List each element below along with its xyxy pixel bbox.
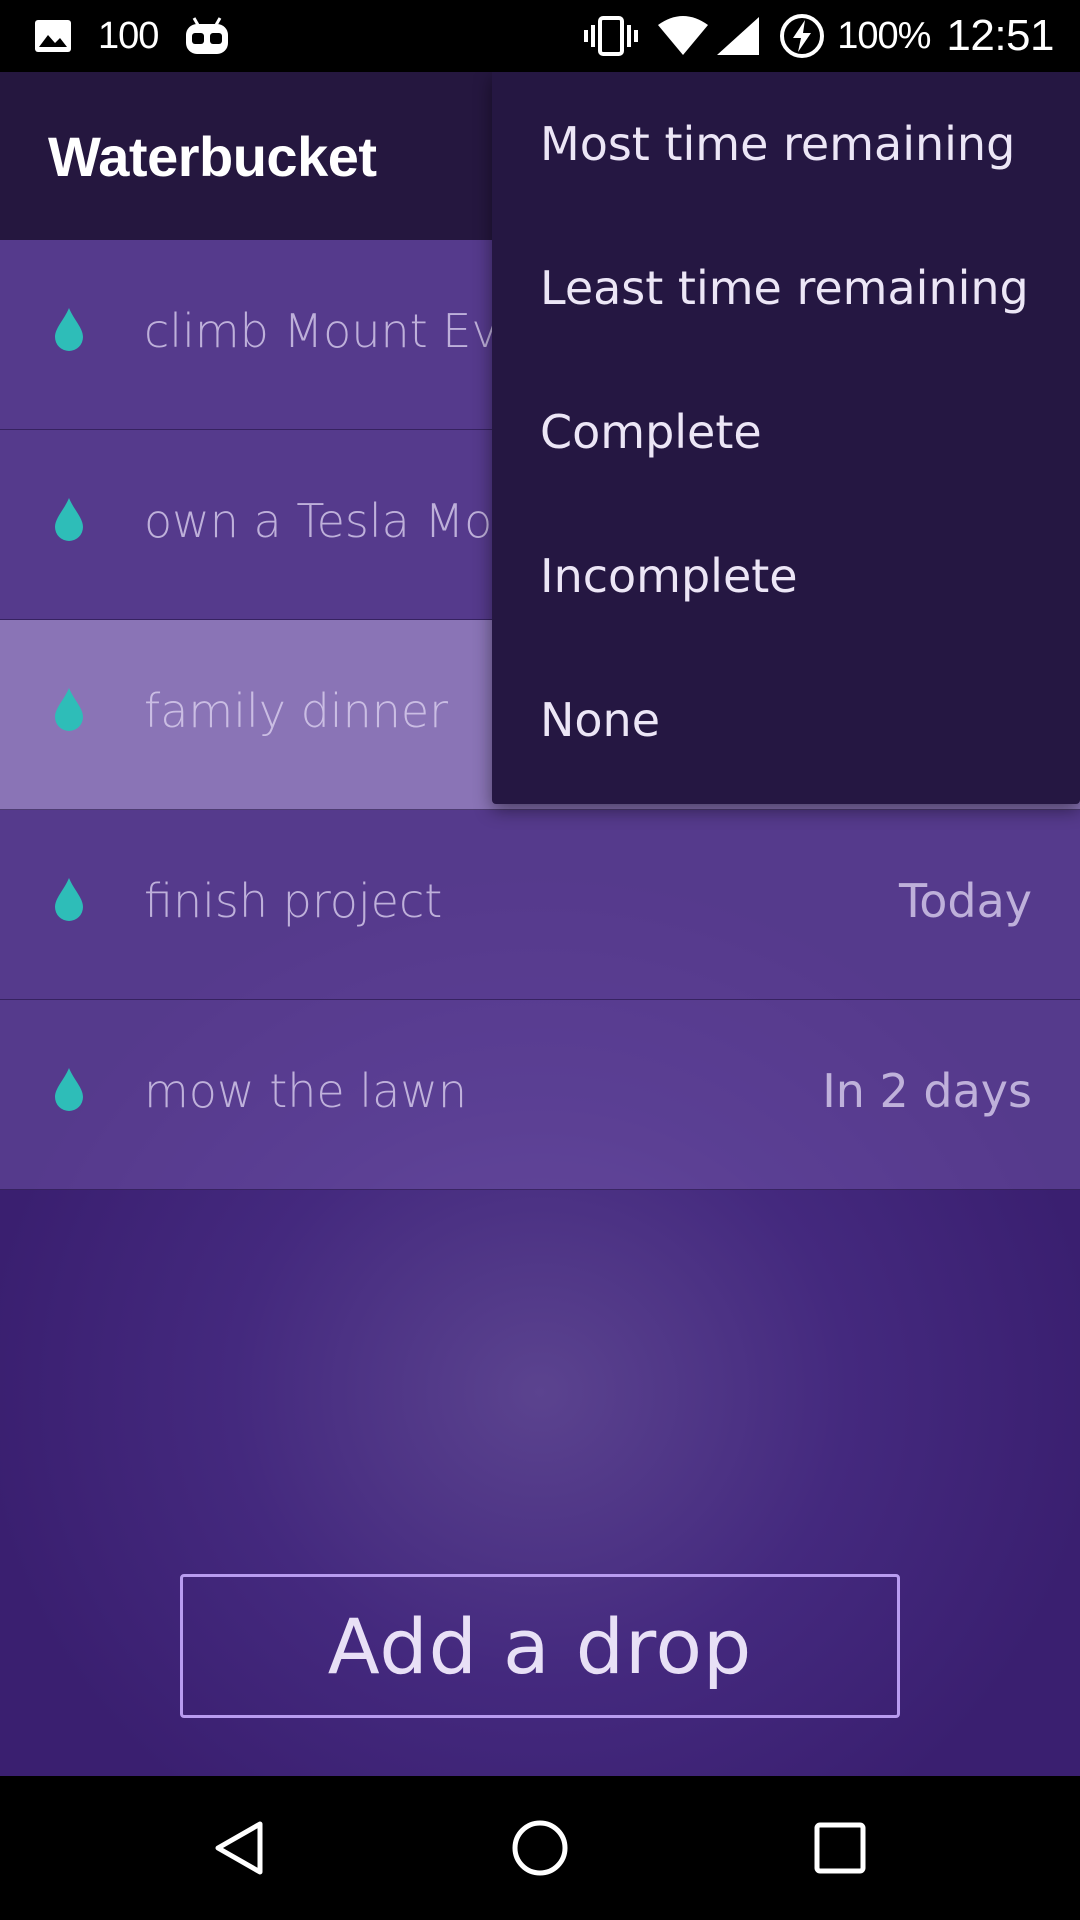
water-drop-icon — [55, 1068, 83, 1111]
notification-count: 100 — [98, 14, 159, 57]
water-drop-icon — [55, 688, 83, 731]
list-item-due: Today — [898, 874, 1032, 928]
battery-level: 100% — [837, 14, 931, 57]
list-item[interactable]: mow the lawn In 2 days — [0, 1000, 1080, 1190]
back-button[interactable] — [160, 1776, 320, 1920]
image-icon — [34, 19, 72, 53]
home-icon — [512, 1820, 568, 1876]
navigation-bar — [0, 1776, 1080, 1920]
app-screen: Waterbucket climb Mount Eve own a Tesla … — [0, 72, 1080, 1776]
list-item-title: family dinner — [144, 684, 449, 738]
menu-item-incomplete[interactable]: Incomplete — [492, 504, 1080, 648]
water-drop-icon — [55, 878, 83, 921]
android-debug-icon — [184, 16, 230, 56]
list-item-title: own a Tesla Moc — [144, 494, 518, 548]
clock: 12:51 — [946, 11, 1054, 60]
recents-icon — [814, 1822, 866, 1874]
list-item-due: In 2 days — [822, 1064, 1032, 1118]
list-item-title: mow the lawn — [144, 1064, 468, 1118]
list-item-title: finish project — [144, 874, 443, 928]
menu-item-none[interactable]: None — [492, 648, 1080, 792]
water-drop-icon — [55, 498, 83, 541]
signal-icon — [715, 15, 761, 57]
menu-item-most-time-remaining[interactable]: Most time remaining — [492, 72, 1080, 216]
water-drop-icon — [55, 308, 83, 351]
list-item-title: climb Mount Eve — [144, 304, 527, 358]
wifi-icon — [657, 15, 709, 57]
battery-charging-icon — [779, 13, 825, 59]
menu-item-least-time-remaining[interactable]: Least time remaining — [492, 216, 1080, 360]
list-item[interactable]: finish project Today — [0, 810, 1080, 1000]
sort-menu: Most time remaining Least time remaining… — [492, 72, 1080, 804]
menu-item-complete[interactable]: Complete — [492, 360, 1080, 504]
home-button[interactable] — [460, 1776, 620, 1920]
back-icon — [215, 1821, 263, 1875]
status-bar: 100 100% 12:51 — [0, 0, 1080, 72]
add-drop-button[interactable]: Add a drop — [180, 1574, 900, 1718]
app-title: Waterbucket — [48, 125, 377, 188]
recents-button[interactable] — [760, 1776, 920, 1920]
vibrate-icon — [583, 15, 639, 57]
